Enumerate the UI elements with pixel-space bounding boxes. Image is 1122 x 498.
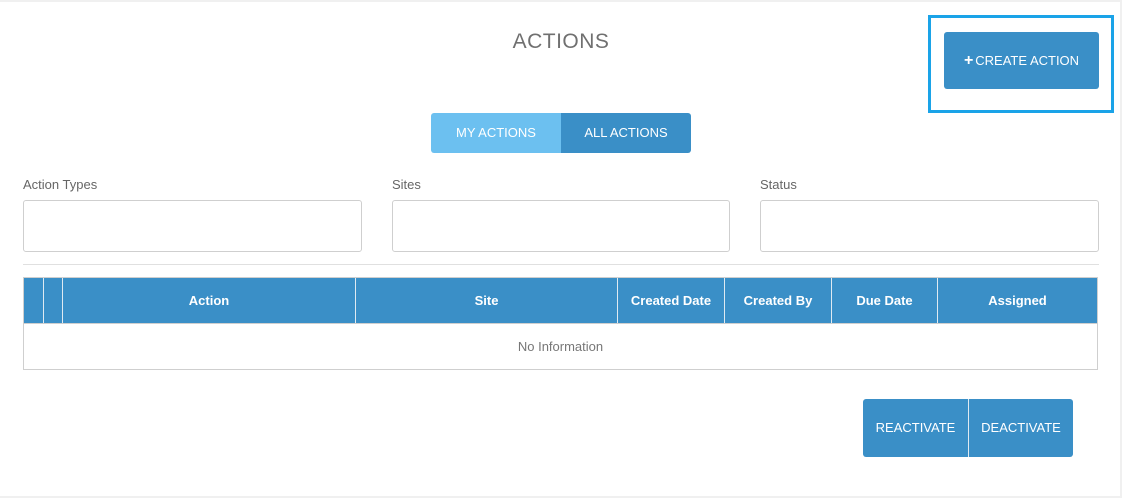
column-header-created-by[interactable]: Created By <box>725 278 832 323</box>
column-header-site[interactable]: Site <box>356 278 618 323</box>
bulk-action-buttons: REACTIVATE DEACTIVATE <box>863 399 1073 457</box>
action-types-select[interactable] <box>23 200 362 252</box>
column-header-select[interactable] <box>24 278 44 323</box>
create-action-button[interactable]: + CREATE ACTION <box>944 32 1099 89</box>
sites-select[interactable] <box>392 200 730 252</box>
view-toggle: MY ACTIONS ALL ACTIONS <box>431 113 691 153</box>
column-header-action[interactable]: Action <box>63 278 356 323</box>
column-header-assigned[interactable]: Assigned <box>938 278 1097 323</box>
my-actions-tab[interactable]: MY ACTIONS <box>431 113 561 153</box>
deactivate-button[interactable]: DEACTIVATE <box>968 399 1073 457</box>
table-header: Action Site Created Date Created By Due … <box>24 278 1097 323</box>
divider <box>23 264 1099 265</box>
empty-state-text: No Information <box>24 323 1097 369</box>
all-actions-tab[interactable]: ALL ACTIONS <box>561 113 691 153</box>
create-action-label: CREATE ACTION <box>975 52 1080 68</box>
reactivate-button[interactable]: REACTIVATE <box>863 399 968 457</box>
actions-table: Action Site Created Date Created By Due … <box>23 277 1098 370</box>
action-types-label: Action Types <box>23 177 98 192</box>
column-header-created-date[interactable]: Created Date <box>618 278 725 323</box>
sites-label: Sites <box>392 177 421 192</box>
status-select[interactable] <box>760 200 1099 252</box>
plus-icon: + <box>963 51 974 69</box>
status-label: Status <box>760 177 797 192</box>
column-header-expand[interactable] <box>44 278 63 323</box>
column-header-due-date[interactable]: Due Date <box>832 278 938 323</box>
